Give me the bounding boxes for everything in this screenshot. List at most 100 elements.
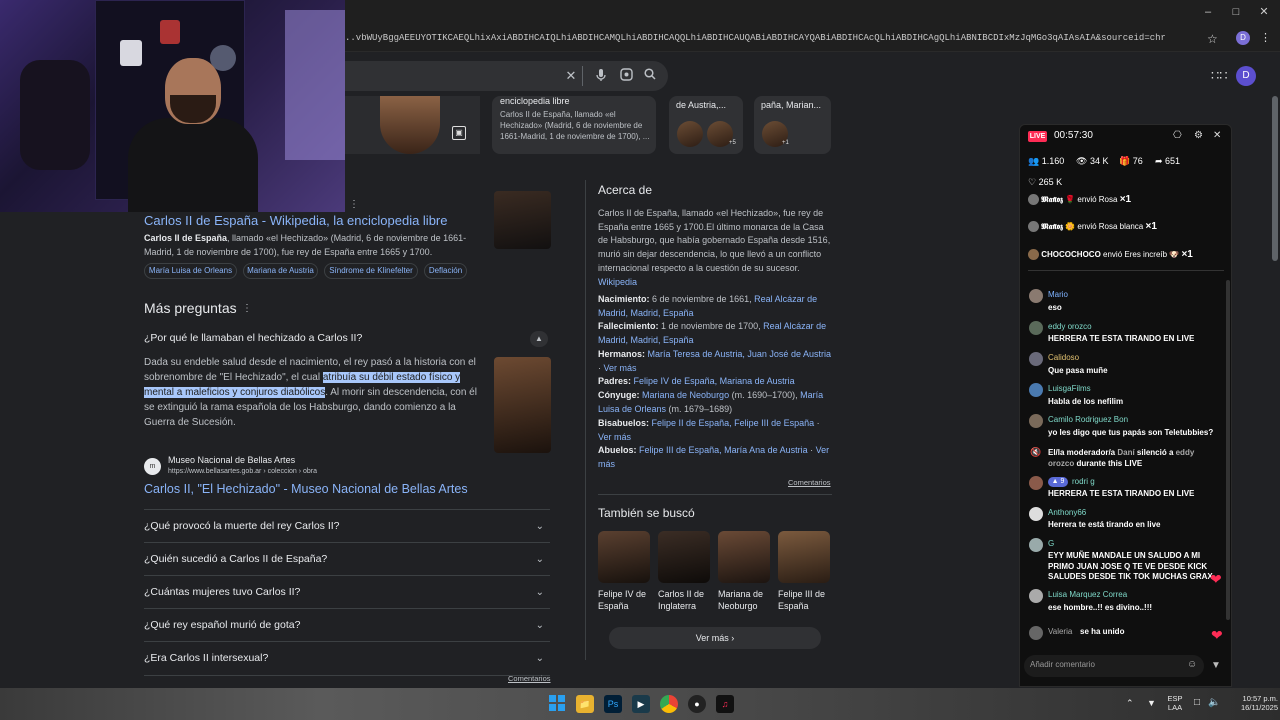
also-image[interactable] bbox=[778, 531, 830, 583]
portrait-image[interactable]: ▣ bbox=[345, 96, 480, 154]
chip-klinefelter[interactable]: Síndrome de Klinefelter bbox=[324, 263, 418, 279]
lock-icon[interactable]: ⎔ bbox=[1173, 130, 1182, 141]
gifts-count: 76 bbox=[1132, 156, 1143, 166]
chat-username[interactable]: Valeria bbox=[1048, 627, 1072, 636]
network-icon[interactable]: ▼ bbox=[1147, 698, 1156, 708]
kp-feedback-link[interactable]: Comentarios bbox=[788, 478, 831, 487]
account-avatar[interactable]: D bbox=[1236, 66, 1256, 86]
see-more-link[interactable]: Ver más bbox=[604, 363, 637, 373]
clear-search-icon[interactable]: ✕ bbox=[563, 68, 579, 84]
feedback-link[interactable]: Comentarios bbox=[508, 674, 551, 683]
profile-avatar[interactable]: D bbox=[1236, 31, 1250, 45]
comment-input[interactable]: Añadir comentario ☺ bbox=[1024, 655, 1204, 677]
search-icon[interactable] bbox=[642, 68, 658, 84]
chrome-icon[interactable] bbox=[660, 695, 678, 713]
tray-chevron-icon[interactable]: ⌃ bbox=[1126, 698, 1134, 709]
notice-part: silenció a bbox=[1134, 448, 1176, 457]
page-scrollbar[interactable] bbox=[1272, 96, 1278, 261]
apps-grid-icon[interactable]: ∷∷ bbox=[1211, 68, 1228, 84]
museum-favicon: m bbox=[144, 458, 161, 475]
chat-username[interactable]: Calidoso bbox=[1048, 353, 1079, 362]
fact-link[interactable]: Felipe II de España, Felipe III de Españ… bbox=[652, 418, 815, 428]
chat-username[interactable]: Camilo Rodriguez Bon bbox=[1048, 415, 1128, 424]
volume-icon[interactable]: 🔈 bbox=[1208, 697, 1220, 708]
bookmark-star-icon[interactable]: ☆ bbox=[1207, 32, 1218, 46]
wikipedia-link[interactable]: Wikipedia bbox=[598, 276, 637, 290]
menu-kebab-icon[interactable]: ⋮ bbox=[1260, 31, 1271, 44]
fact-link[interactable]: Mariana de Neoburgo bbox=[642, 390, 729, 400]
fact-link[interactable]: María Teresa de Austria, Juan José de Au… bbox=[648, 349, 831, 359]
minimize-icon[interactable]: – bbox=[1198, 4, 1218, 20]
close-icon[interactable]: ✕ bbox=[1213, 130, 1221, 141]
microphone-icon[interactable] bbox=[593, 68, 609, 84]
faq-question: ¿Qué provocó la muerte del rey Carlos II… bbox=[144, 520, 340, 532]
fact-label: Nacimiento: bbox=[598, 294, 650, 304]
send-icon[interactable]: ▼ bbox=[1211, 660, 1221, 671]
chip-maria-luisa[interactable]: María Luisa de Orleans bbox=[144, 263, 237, 279]
gear-icon[interactable]: ⚙ bbox=[1194, 130, 1203, 141]
image-expand-icon[interactable]: ▣ bbox=[452, 126, 466, 140]
museum-result-link[interactable]: Carlos II, "El Hechizado" - Museo Nacion… bbox=[144, 482, 468, 496]
answer-portrait[interactable] bbox=[494, 357, 551, 453]
lens-icon[interactable] bbox=[618, 68, 634, 84]
see-more-link[interactable]: Ver más bbox=[598, 432, 631, 442]
fact-link[interactable]: Felipe IV de España, Mariana de Austria bbox=[634, 376, 795, 386]
fact-value: (m. 1690–1700), bbox=[729, 390, 801, 400]
more-questions-menu-icon[interactable]: ⋮ bbox=[242, 303, 252, 314]
related-card-2[interactable]: paña, Marian... +1 bbox=[754, 96, 831, 154]
wikipedia-link-text[interactable]: Wikipedia bbox=[598, 277, 637, 287]
chat-username[interactable]: Mario bbox=[1048, 290, 1068, 299]
maximize-icon[interactable]: □ bbox=[1226, 4, 1246, 20]
fact-siblings: Hermanos: María Teresa de Austria, Juan … bbox=[598, 349, 831, 373]
photoshop-icon[interactable]: Ps bbox=[604, 695, 622, 713]
chat-username[interactable]: eddy orozco bbox=[1048, 322, 1092, 331]
chat-username[interactable]: rodri g bbox=[1072, 477, 1095, 486]
also-label[interactable]: Mariana de Neoburgo bbox=[718, 588, 778, 612]
chat-username[interactable]: G bbox=[1048, 539, 1054, 548]
display-icon[interactable]: □ bbox=[1194, 697, 1200, 708]
chat-username[interactable]: LuisgaFilms bbox=[1048, 384, 1091, 393]
chat-text: Herrera te está tirando en live bbox=[1048, 520, 1161, 529]
chip-deflacion[interactable]: Deflación bbox=[424, 263, 467, 279]
wikipedia-result-link[interactable]: Carlos II de España - Wikipedia, la enci… bbox=[144, 213, 448, 228]
clock[interactable]: 10:57 p.m. 16/11/2025 bbox=[1222, 694, 1278, 712]
also-image[interactable] bbox=[718, 531, 770, 583]
result-thumbnail[interactable] bbox=[494, 191, 551, 249]
url-text[interactable]: ..vbWUyBggAEEUYOTIKCAEQLhixAxiABDIHCAIQL… bbox=[345, 33, 1165, 47]
gift-user: 𝕸𝖆𝖓̃𝖔𝖟 bbox=[1041, 195, 1064, 204]
chat-scrollbar[interactable] bbox=[1226, 280, 1230, 620]
faq-item[interactable]: ¿Cuántas mujeres tuvo Carlos II? ⌄ bbox=[144, 575, 550, 608]
tiktok-icon[interactable]: ♫ bbox=[716, 695, 734, 713]
also-image[interactable] bbox=[598, 531, 650, 583]
see-more-button[interactable]: Ver más › bbox=[609, 627, 821, 649]
close-window-icon[interactable]: ✕ bbox=[1254, 4, 1274, 20]
also-label[interactable]: Felipe III de España bbox=[778, 588, 838, 612]
start-button[interactable] bbox=[548, 695, 566, 713]
obs-icon[interactable]: ● bbox=[688, 695, 706, 713]
open-question[interactable]: ¿Por qué le llamaban el hechizado a Carl… bbox=[144, 332, 362, 344]
fact-link[interactable]: Felipe III de España, María Ana de Austr… bbox=[639, 445, 808, 455]
clock-time: 10:57 p.m. bbox=[1242, 694, 1278, 703]
chip-mariana[interactable]: Mariana de Austria bbox=[243, 263, 318, 279]
related-card-1[interactable]: de Austria,... +5 bbox=[669, 96, 743, 154]
faq-item[interactable]: ¿Qué rey español murió de gota? ⌄ bbox=[144, 608, 550, 641]
chevron-up-icon[interactable]: ▲ bbox=[530, 331, 548, 347]
also-label[interactable]: Felipe IV de España bbox=[598, 588, 658, 612]
chat-username[interactable]: Luisa Marquez Correa bbox=[1048, 590, 1127, 599]
chat-text: se ha unido bbox=[1080, 627, 1125, 636]
also-label[interactable]: Carlos II de Inglaterra bbox=[658, 588, 718, 612]
emoji-icon[interactable]: ☺ bbox=[1187, 659, 1197, 670]
also-image[interactable] bbox=[658, 531, 710, 583]
faq-item[interactable]: ¿Era Carlos II intersexual? ⌄ bbox=[144, 641, 550, 674]
chevron-down-icon: ⌄ bbox=[535, 620, 544, 631]
chevron-down-icon: ⌄ bbox=[535, 653, 544, 664]
faq-item[interactable]: ¿Quién sucedió a Carlos II de España? ⌄ bbox=[144, 542, 550, 575]
fact-value: 6 de noviembre de 1661, bbox=[649, 294, 755, 304]
app-icon[interactable]: ▶ bbox=[632, 695, 650, 713]
input-language[interactable]: ESP LAA bbox=[1163, 694, 1187, 712]
result-menu-icon[interactable]: ⋮ bbox=[349, 199, 359, 210]
chat-username[interactable]: Anthony66 bbox=[1048, 508, 1086, 517]
wiki-card[interactable]: enciclopedia libre Carlos II de España, … bbox=[492, 96, 656, 154]
file-explorer-icon[interactable]: 📁 bbox=[576, 695, 594, 713]
faq-item[interactable]: ¿Qué provocó la muerte del rey Carlos II… bbox=[144, 509, 550, 542]
